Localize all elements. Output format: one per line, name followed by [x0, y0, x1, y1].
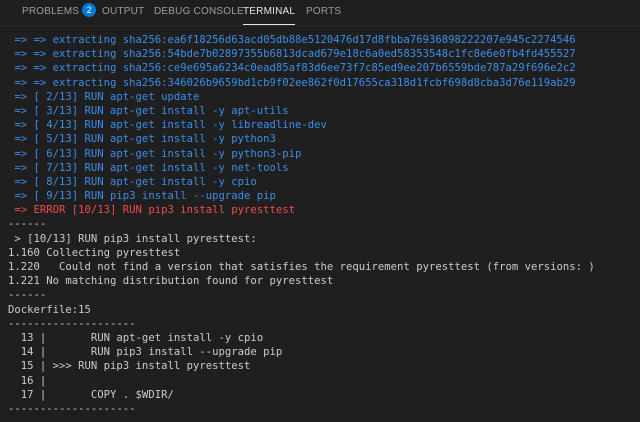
tab-problems[interactable]: PROBLEMS 2 — [22, 0, 97, 25]
tab-label: OUTPUT — [102, 6, 145, 17]
tab-output[interactable]: OUTPUT — [102, 0, 144, 25]
terminal-line: => => extracting sha256:ea6f18256d63acd0… — [8, 34, 576, 46]
terminal-line: => [ 6/13] RUN apt-get install -y python… — [8, 147, 302, 160]
problems-count-badge: 2 — [82, 3, 97, 17]
terminal-line: 1.160 Collecting pyresttest — [8, 246, 181, 259]
terminal-line: => => extracting sha256:ce9e695a6234c0ea… — [8, 62, 576, 75]
terminal-line: ------ — [8, 289, 47, 302]
terminal-line: Dockerfile:15 — [8, 303, 91, 316]
terminal-line: => [ 3/13] RUN apt-get install -y apt-ut… — [8, 104, 289, 117]
tab-label: PROBLEMS — [22, 6, 80, 17]
terminal-line: ------ — [8, 218, 47, 231]
terminal-line: 15 | >>> RUN pip3 install pyresttest — [8, 360, 251, 373]
terminal-line: => [ 2/13] RUN apt-get update — [8, 90, 200, 103]
terminal-line: => [ 4/13] RUN apt-get install -y librea… — [8, 119, 327, 132]
terminal-line: => => extracting sha256:346026b9659bd1cb… — [8, 76, 576, 89]
tab-terminal[interactable]: TERMINAL — [243, 0, 296, 25]
terminal-line: > [10/13] RUN pip3 install pyresttest: — [8, 232, 257, 245]
panel-tab-bar: PROBLEMS 2 OUTPUT DEBUG CONSOLE TERMINAL … — [0, 0, 640, 26]
terminal-line: => [ 7/13] RUN apt-get install -y net-to… — [8, 161, 289, 174]
terminal-line: => => extracting sha256:54bde7b02897355b… — [8, 48, 576, 61]
terminal-output[interactable]: => => extracting sha256:ea6f18256d63acd0… — [8, 33, 640, 416]
terminal-line: -------------------- — [8, 317, 136, 330]
terminal-line: 13 | RUN apt-get install -y cpio — [8, 331, 264, 344]
terminal-line: => [ 5/13] RUN apt-get install -y python… — [8, 133, 276, 146]
tab-label: TERMINAL — [243, 6, 296, 17]
terminal-line: => ERROR [10/13] RUN pip3 install pyrest… — [8, 204, 296, 217]
tab-label: DEBUG CONSOLE — [154, 6, 244, 17]
terminal-line: 17 | COPY . $WDIR/ — [8, 388, 174, 401]
terminal-line: => [ 8/13] RUN apt-get install -y cpio — [8, 175, 257, 188]
tab-debug-console[interactable]: DEBUG CONSOLE — [154, 0, 244, 25]
terminal-line: -------------------- — [8, 402, 136, 415]
tab-ports[interactable]: PORTS — [306, 0, 341, 25]
terminal-line: 16 | — [8, 374, 47, 387]
terminal-line: => [ 9/13] RUN pip3 install --upgrade pi… — [8, 190, 276, 203]
terminal-line: 14 | RUN pip3 install --upgrade pip — [8, 346, 283, 359]
terminal-panel: PROBLEMS 2 OUTPUT DEBUG CONSOLE TERMINAL … — [0, 0, 640, 422]
terminal-line: 1.221 No matching distribution found for… — [8, 275, 334, 288]
terminal-line: 1.220 Could not find a version that sati… — [8, 261, 595, 273]
tab-label: PORTS — [306, 6, 342, 17]
